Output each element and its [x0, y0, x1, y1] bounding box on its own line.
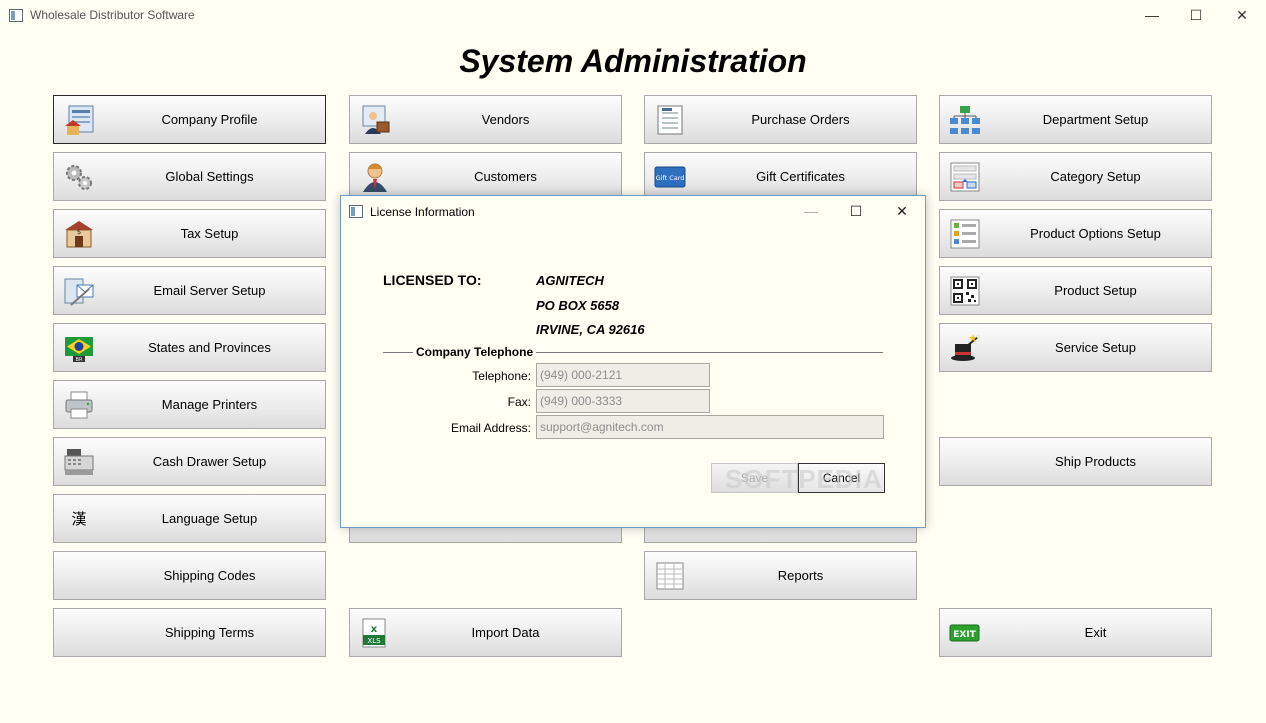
shipping-codes-button[interactable]: Shipping Codes: [53, 551, 326, 600]
window-titlebar: Wholesale Distributor Software — ☐ ✕: [0, 0, 1266, 31]
svg-text:x: x: [371, 624, 378, 635]
close-button[interactable]: ✕: [1219, 5, 1265, 25]
svg-text:XLS: XLS: [367, 637, 381, 645]
email-server-icon: [63, 275, 95, 307]
button-label: Manage Printers: [161, 397, 258, 412]
button-label: Email Server Setup: [153, 283, 266, 298]
report-icon: [654, 560, 686, 592]
category-icon: [949, 161, 981, 193]
email-server-setup-button[interactable]: Email Server Setup: [53, 266, 326, 315]
licensed-to-label: LICENSED TO:: [383, 272, 482, 288]
button-label: Purchase Orders: [751, 112, 850, 127]
button-label: Ship Products: [1055, 454, 1136, 469]
button-label: Import Data: [471, 625, 540, 640]
button-label: Vendors: [481, 112, 530, 127]
fax-label: Fax:: [507, 395, 531, 409]
button-label: Company Profile: [161, 112, 258, 127]
dialog-icon: [349, 205, 363, 218]
button-label: Product Options Setup: [1030, 226, 1161, 241]
dialog-maximize-button[interactable]: ☐: [841, 201, 871, 221]
button-label: Customers: [474, 169, 537, 184]
button-label: Reports: [777, 568, 824, 583]
button-label: Category Setup: [1050, 169, 1141, 184]
button-label: States and Provinces: [148, 340, 271, 355]
minimize-button[interactable]: —: [1129, 5, 1175, 25]
service-setup-button[interactable]: Service Setup: [939, 323, 1212, 372]
dialog-title: License Information: [370, 205, 475, 219]
section-label: Company Telephone: [413, 345, 537, 359]
window-title: Wholesale Distributor Software: [30, 8, 195, 22]
button-label: Gift Certificates: [756, 169, 845, 184]
dialog-minimize-button[interactable]: —: [796, 201, 826, 221]
gift-certificates-button[interactable]: Gift Card Gift Certificates: [644, 152, 917, 201]
telephone-label: Telephone:: [472, 369, 531, 383]
ship-products-button[interactable]: Ship Products: [939, 437, 1212, 486]
svg-text:Gift Card: Gift Card: [656, 174, 685, 182]
email-address-field[interactable]: support@agnitech.com: [536, 415, 884, 439]
fax-field[interactable]: (949) 000-3333: [536, 389, 710, 413]
svg-text:EXIT: EXIT: [953, 630, 976, 640]
language-setup-button[interactable]: 漢 Language Setup: [53, 494, 326, 543]
button-label: Shipping Terms: [164, 625, 255, 640]
product-setup-button[interactable]: Product Setup: [939, 266, 1212, 315]
svg-text:BR: BR: [76, 357, 83, 363]
department-setup-button[interactable]: Department Setup: [939, 95, 1212, 144]
printer-icon: [63, 389, 95, 421]
kanji-icon: 漢: [71, 510, 87, 528]
maximize-button[interactable]: ☐: [1173, 5, 1219, 25]
telephone-field[interactable]: (949) 000-2121: [536, 363, 710, 387]
dialog-close-button[interactable]: ✕: [887, 201, 917, 221]
org-chart-icon: [949, 104, 981, 136]
company-profile-button[interactable]: Company Profile: [53, 95, 326, 144]
purchase-order-icon: [654, 104, 686, 136]
magic-hat-icon: [949, 332, 981, 364]
cash-drawer-setup-button[interactable]: Cash Drawer Setup: [53, 437, 326, 486]
button-label: Shipping Codes: [163, 568, 256, 583]
states-and-provinces-button[interactable]: BR States and Provinces: [53, 323, 326, 372]
manage-printers-button[interactable]: Manage Printers: [53, 380, 326, 429]
reports-button[interactable]: Reports: [644, 551, 917, 600]
email-address-label: Email Address:: [450, 421, 531, 435]
import-data-button[interactable]: XLS x Import Data: [349, 608, 622, 657]
app-icon: [9, 9, 23, 22]
button-label: Department Setup: [1042, 112, 1149, 127]
gift-card-icon: Gift Card: [654, 161, 686, 193]
exit-button[interactable]: EXIT Exit: [939, 608, 1212, 657]
shipping-terms-button[interactable]: Shipping Terms: [53, 608, 326, 657]
company-profile-icon: [63, 104, 95, 136]
purchase-orders-button[interactable]: Purchase Orders: [644, 95, 917, 144]
button-label: Cash Drawer Setup: [152, 454, 267, 469]
product-options-icon: [949, 218, 981, 250]
svg-text:$: $: [77, 228, 81, 236]
address-line-2: PO BOX 5658: [536, 298, 620, 313]
button-label: Language Setup: [161, 511, 258, 526]
tax-store-icon: $: [63, 218, 95, 250]
watermark: SOFTPEDIA: [725, 464, 883, 494]
cash-register-icon: [63, 446, 95, 478]
button-label: Exit: [1084, 625, 1107, 640]
category-setup-button[interactable]: Category Setup: [939, 152, 1212, 201]
global-settings-button[interactable]: Global Settings: [53, 152, 326, 201]
address-line-1: AGNITECH: [536, 273, 604, 288]
product-options-setup-button[interactable]: Product Options Setup: [939, 209, 1212, 258]
xls-icon: XLS x: [359, 617, 391, 649]
gears-icon: [63, 161, 95, 193]
vendor-icon: [359, 104, 391, 136]
license-information-dialog: License Information — ☐ ✕ LICENSED TO: A…: [340, 195, 926, 528]
customers-button[interactable]: Customers: [349, 152, 622, 201]
flag-icon: BR: [63, 332, 95, 364]
button-label: Product Setup: [1054, 283, 1137, 298]
exit-icon: EXIT: [949, 617, 981, 649]
tax-setup-button[interactable]: $ Tax Setup: [53, 209, 326, 258]
qr-code-icon: [949, 275, 981, 307]
address-line-3: IRVINE, CA 92616: [536, 322, 645, 337]
page-title: System Administration: [459, 43, 807, 79]
vendors-button[interactable]: Vendors: [349, 95, 622, 144]
button-label: Global Settings: [165, 169, 254, 184]
button-label: Tax Setup: [180, 226, 239, 241]
button-label: Service Setup: [1055, 340, 1136, 355]
customer-icon: [359, 161, 391, 193]
